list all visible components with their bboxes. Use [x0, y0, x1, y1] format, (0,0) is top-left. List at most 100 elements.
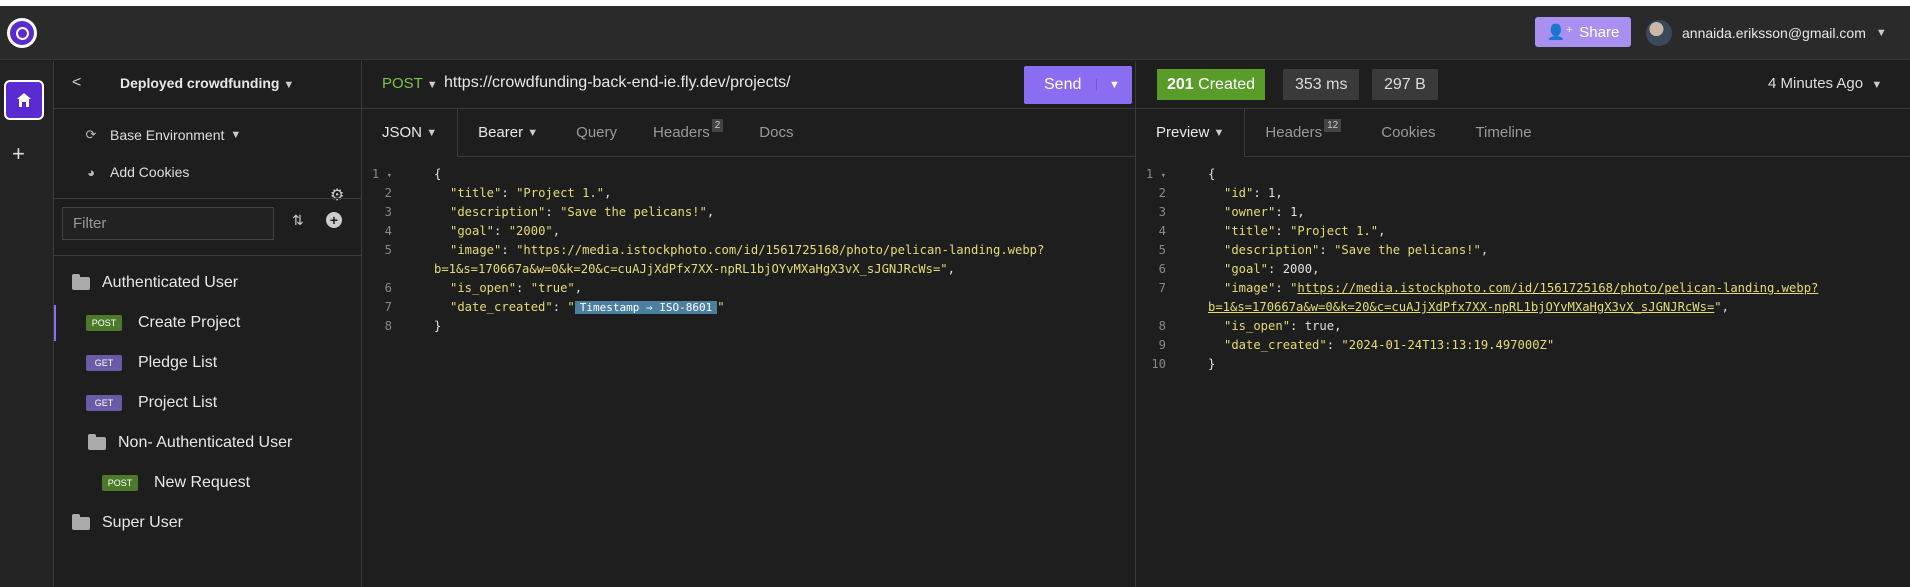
chevron-down-icon[interactable]: ▼ [1096, 79, 1132, 91]
user-menu[interactable]: annaida.eriksson@gmail.com ▼ [1646, 18, 1887, 48]
code-line: "is_open": "true", [450, 281, 583, 295]
chevron-down-icon: ▼ [1213, 126, 1225, 139]
request-pane: POST ▼ https://crowdfunding-back-end-ie.… [362, 61, 1136, 587]
request-label: New Request [154, 474, 251, 491]
code-line: "image": "https://media.istockphoto.com/… [1224, 281, 1819, 295]
url-bar: POST ▼ https://crowdfunding-back-end-ie.… [362, 61, 1136, 109]
request-project-list[interactable]: GET Project List [54, 385, 362, 421]
home-button[interactable] [4, 80, 44, 120]
json-value: true [1304, 319, 1335, 333]
folder-super-user[interactable]: Super User [54, 505, 362, 541]
back-chevron-icon[interactable]: < [72, 74, 81, 92]
json-value: "https://media.istockphoto.com/id/156172… [516, 243, 1045, 257]
folder-non-authenticated-user[interactable]: Non- Authenticated User [54, 425, 362, 461]
line-number: 8 [1158, 319, 1166, 333]
tab-auth[interactable]: Bearer ▼ [458, 109, 558, 157]
json-value: "Save the pelicans!" [560, 205, 707, 219]
timestamp-tag[interactable]: Timestamp ⇒ ISO-8601 [574, 301, 718, 314]
tab-label: Timeline [1475, 124, 1532, 141]
environment-selector[interactable]: ⟳ Base Environment ▼ [54, 120, 242, 150]
method-label: POST [382, 75, 423, 92]
tab-label: Preview [1156, 124, 1210, 141]
chevron-down-icon: ▼ [230, 129, 242, 141]
sort-icon[interactable]: ⇅ [292, 212, 304, 229]
headers-count-badge: 2 [711, 119, 724, 132]
method-selector[interactable]: POST ▼ [382, 75, 438, 92]
method-badge: GET [86, 395, 122, 411]
line-number: 5 [384, 243, 392, 257]
folder-icon [88, 433, 106, 450]
line-number: 3 [384, 205, 392, 219]
json-key: "date_created" [450, 300, 553, 314]
add-request-icon[interactable]: + [326, 212, 342, 228]
request-label: Create Project [138, 314, 241, 331]
code-line: b=1&s=170667a&w=0&k=20&c=cuAJjXdPfx7XX-n… [434, 262, 955, 276]
top-bar: 👤⁺ Share annaida.eriksson@gmail.com ▼ [0, 6, 1910, 60]
json-value: "true" [530, 281, 575, 295]
request-tabs: JSON ▼ Bearer ▼ Query Headers 2 Docs [362, 108, 1136, 157]
collection-title[interactable]: Deployed crowdfunding ▼ [120, 75, 294, 91]
filter-input[interactable]: Filter [62, 207, 274, 240]
url-input[interactable]: https://crowdfunding-back-end-ie.fly.dev… [444, 74, 791, 92]
code-line: "is_open": true, [1224, 319, 1342, 333]
request-pledge-list[interactable]: GET Pledge List [54, 345, 362, 381]
code-line: { [1208, 167, 1216, 181]
code-line: "date_created": "2024-01-24T13:13:19.497… [1224, 338, 1555, 352]
tab-label: Bearer [478, 124, 524, 141]
folder-label: Non- Authenticated User [118, 434, 293, 451]
add-cookies-button[interactable]: ◕ Add Cookies [54, 157, 189, 187]
line-number: 7 [1158, 281, 1166, 295]
status-code: 201 [1167, 75, 1194, 93]
tab-response-headers[interactable]: Headers 12 [1245, 109, 1361, 157]
tab-label: Cookies [1381, 124, 1436, 141]
tab-body[interactable]: JSON ▼ [362, 108, 459, 157]
code-line: } [434, 319, 442, 333]
response-status-bar: 201 Created 353 ms 297 B 4 Minutes Ago ▼ [1136, 61, 1910, 109]
folder-authenticated-user[interactable]: Authenticated User [54, 265, 362, 301]
tab-timeline[interactable]: Timeline [1455, 109, 1551, 157]
code-line: "description": "Save the pelicans!", [1224, 243, 1489, 257]
sidebar: < Deployed crowdfunding ▼ ⟳ Base Environ… [54, 61, 362, 587]
response-tabs: Preview ▼ Headers 12 Cookies Timeline [1136, 108, 1910, 157]
tab-headers[interactable]: Headers 2 [635, 109, 741, 157]
code-line: b=1&s=170667a&w=0&k=20&c=cuAJjXdPfx7XX-n… [1208, 300, 1729, 314]
code-line: "goal": 2000, [1224, 262, 1320, 276]
method-badge: POST [86, 315, 122, 331]
json-value: "2000" [508, 224, 553, 238]
line-number: 3 [1158, 205, 1166, 219]
tab-label: JSON [382, 124, 423, 141]
tab-label: Headers [1265, 124, 1323, 141]
code-line: "image": "https://media.istockphoto.com/… [450, 243, 1045, 257]
add-project-icon[interactable]: + [12, 141, 25, 167]
json-value: "Project 1." [516, 186, 605, 200]
image-link[interactable]: b=1&s=170667a&w=0&k=20&c=cuAJjXdPfx7XX-n… [1208, 300, 1714, 314]
code-line: "id": 1, [1224, 186, 1283, 200]
tab-preview[interactable]: Preview ▼ [1136, 108, 1246, 157]
send-button[interactable]: Send ▼ [1024, 66, 1132, 104]
code-line: "owner": 1, [1224, 205, 1305, 219]
folder-icon [72, 273, 90, 290]
method-badge: POST [102, 475, 138, 491]
chevron-down-icon: ▼ [527, 126, 539, 139]
json-key: "title" [450, 186, 502, 200]
line-number: 5 [1158, 243, 1166, 257]
line-number: 8 [384, 319, 392, 333]
json-value: "Project 1." [1290, 224, 1379, 238]
request-new-request[interactable]: POST New Request [54, 465, 362, 501]
share-button[interactable]: 👤⁺ Share [1535, 17, 1631, 47]
app-logo-icon[interactable] [7, 18, 37, 48]
history-selector[interactable]: 4 Minutes Ago ▼ [1768, 75, 1882, 92]
line-number: 1 ▾ [1145, 167, 1166, 181]
code-line: "goal": "2000", [450, 224, 561, 238]
sidebar-header: < Deployed crowdfunding ▼ [54, 61, 362, 109]
image-link[interactable]: https://media.istockphoto.com/id/1561725… [1297, 281, 1818, 295]
request-create-project[interactable]: POST Create Project [54, 305, 362, 341]
chevron-down-icon: ▼ [426, 126, 438, 139]
response-time: 353 ms [1283, 69, 1360, 100]
tab-query[interactable]: Query [558, 109, 635, 157]
tab-docs[interactable]: Docs [741, 109, 811, 157]
history-label: 4 Minutes Ago [1768, 75, 1864, 92]
add-cookies-label: Add Cookies [110, 164, 190, 180]
request-label: Project List [138, 394, 218, 411]
tab-cookies[interactable]: Cookies [1361, 109, 1455, 157]
